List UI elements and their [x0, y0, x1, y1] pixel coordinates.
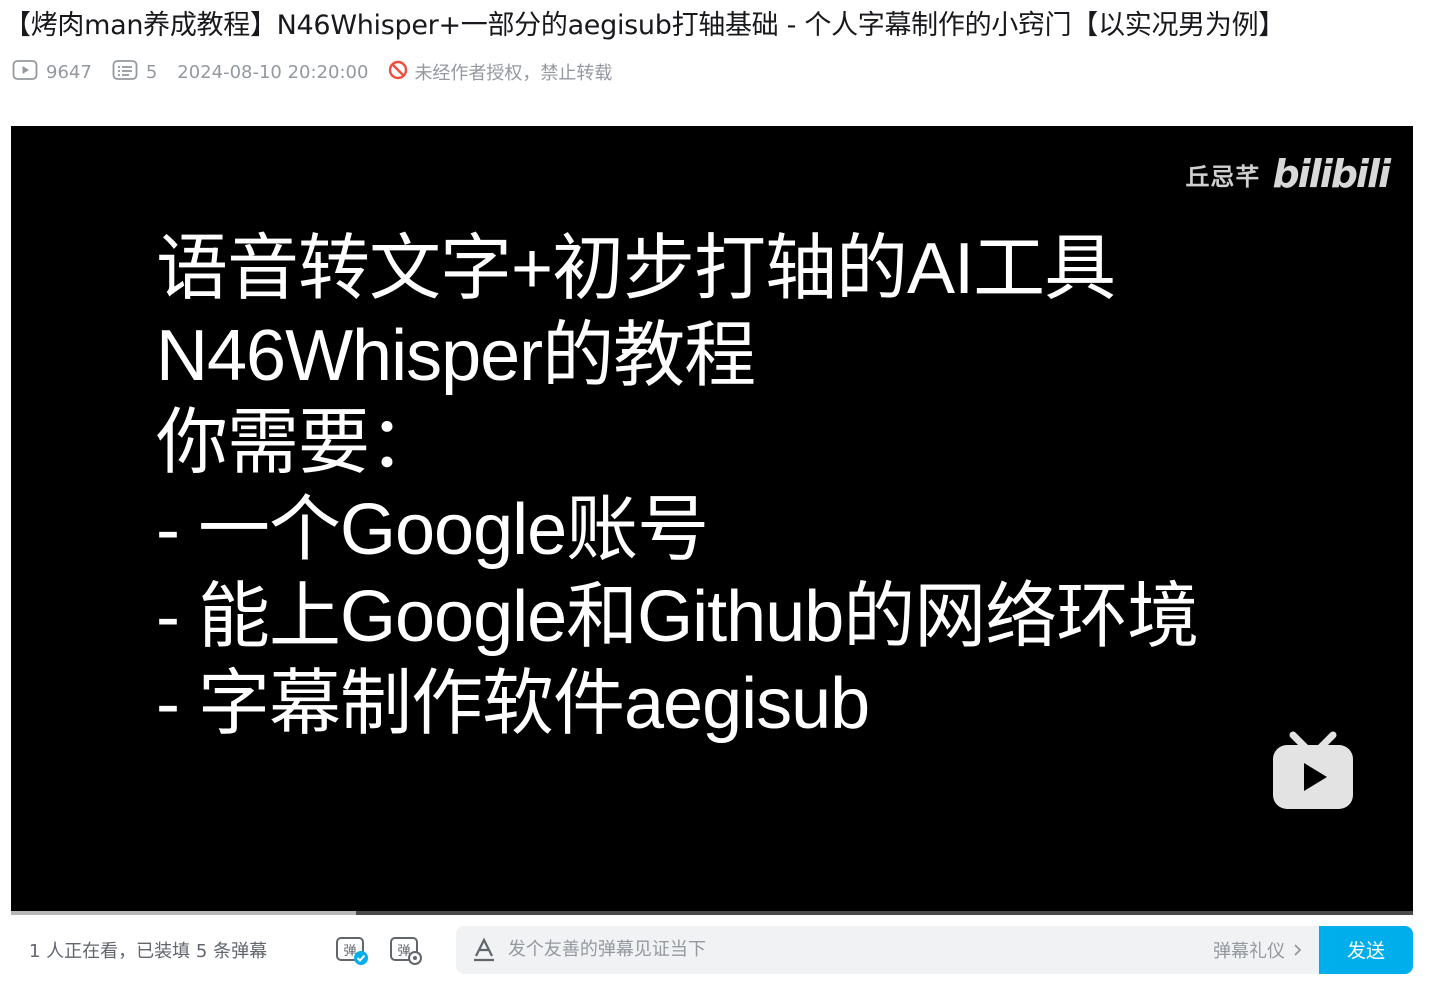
- video-title: 【烤肉man养成教程】N46Whisper+一部分的aegisub打轴基础 - …: [4, 10, 1285, 41]
- danmaku-etiquette-link[interactable]: 弹幕礼仪: [1213, 937, 1305, 963]
- danmaku-toggles: 弹 弹: [334, 934, 442, 966]
- danmaku-toggle-icon[interactable]: 弹: [334, 934, 370, 966]
- forbidden-icon: [388, 60, 414, 85]
- copyright-notice-text: 未经作者授权，禁止转载: [414, 63, 613, 84]
- frame-text-line: - 能上Google和Github的网络环境: [156, 577, 1199, 657]
- video-meta: 9647 5 2024-08-10 20:20:00 未经作者授权，禁止转载: [12, 58, 612, 86]
- bilibili-tv-play-icon[interactable]: [1271, 731, 1355, 815]
- video-watermark: 丘忌芊 bilibili: [1185, 152, 1391, 196]
- view-count-value: 9647: [46, 61, 92, 83]
- danmaku-input[interactable]: [507, 939, 1213, 960]
- play-count-icon: [12, 59, 46, 86]
- danmaku-bar: 1 人正在看，已装填 5 条弹幕 弹 弹 弹幕礼仪 发送: [11, 915, 1413, 984]
- danmaku-style-icon[interactable]: [472, 937, 496, 963]
- danmaku-count-icon: [112, 59, 146, 86]
- watermark-uploader: 丘忌芊: [1185, 162, 1261, 191]
- viewer-status: 1 人正在看，已装填 5 条弹幕: [29, 940, 268, 962]
- send-danmaku-button[interactable]: 发送: [1319, 925, 1413, 974]
- danmaku-count: 5: [112, 59, 157, 86]
- frame-text-line: N46Whisper的教程: [156, 316, 756, 396]
- copyright-notice: 未经作者授权，禁止转载: [388, 59, 612, 85]
- etiquette-label: 弹幕礼仪: [1213, 940, 1285, 962]
- publish-time: 2024-08-10 20:20:00: [177, 61, 369, 83]
- video-player[interactable]: 丘忌芊 bilibili 语音转文字+初步打轴的AI工具 N46Whisper的…: [11, 126, 1413, 915]
- danmaku-count-value: 5: [145, 61, 158, 83]
- frame-text-line: - 字幕制作软件aegisub: [156, 664, 870, 744]
- view-count: 9647: [12, 59, 92, 86]
- chevron-right-icon: [1294, 943, 1302, 956]
- danmaku-input-group: 弹幕礼仪 发送: [455, 925, 1413, 974]
- frame-text-line: 语音转文字+初步打轴的AI工具: [156, 229, 1116, 309]
- video-frame-text: 语音转文字+初步打轴的AI工具 N46Whisper的教程 你需要： - 一个G…: [156, 226, 1199, 748]
- danmaku-settings-icon[interactable]: 弹: [388, 934, 424, 966]
- frame-text-line: - 一个Google账号: [156, 490, 709, 570]
- watermark-logo: bilibili: [1272, 152, 1391, 196]
- frame-text-line: 你需要：: [156, 403, 441, 483]
